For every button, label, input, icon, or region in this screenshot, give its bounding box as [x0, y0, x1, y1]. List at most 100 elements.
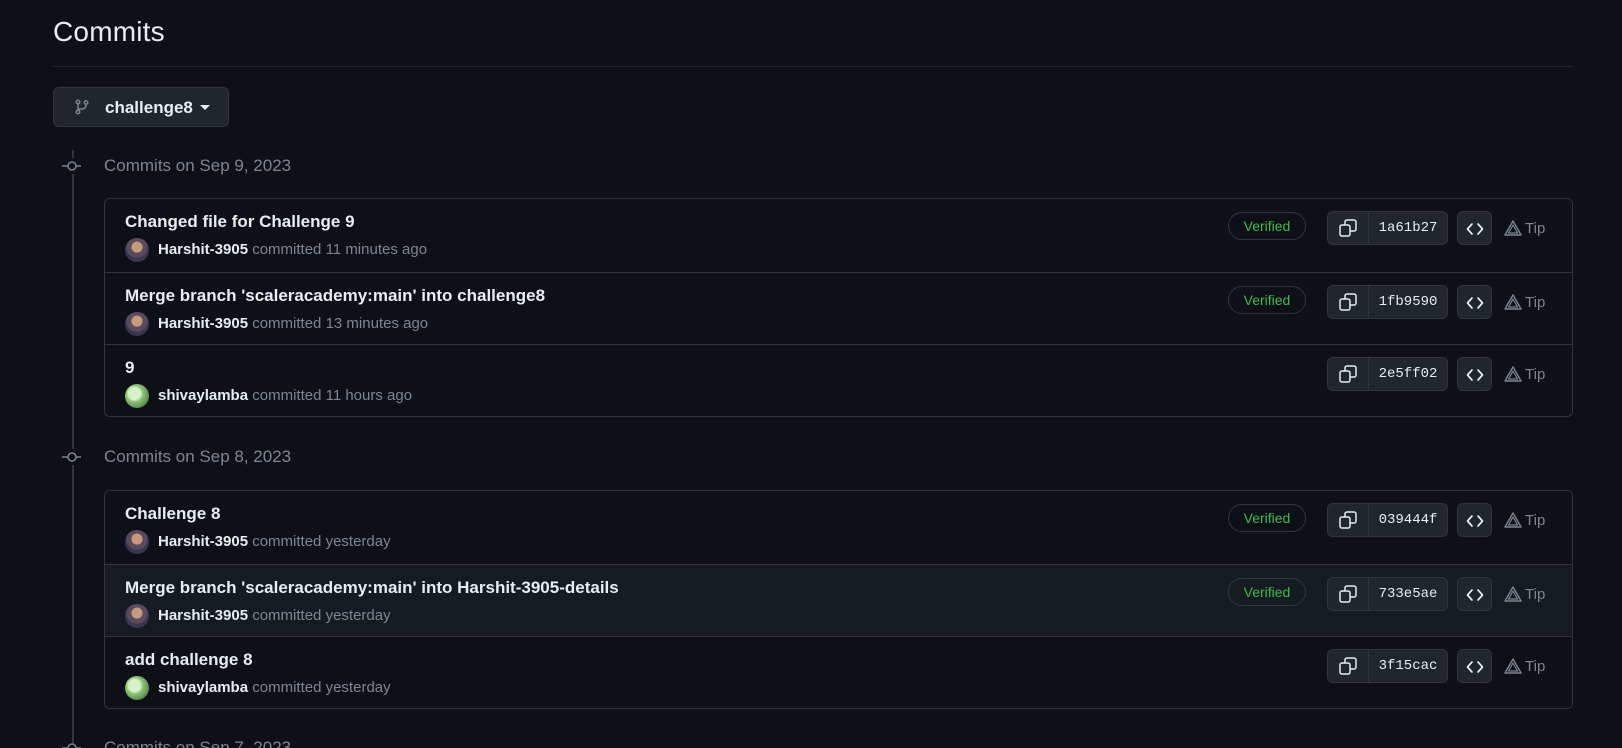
- tip-label: Tip: [1525, 365, 1546, 383]
- copy-sha-button[interactable]: [1328, 650, 1369, 682]
- commit-author-link[interactable]: Harshit-3905: [158, 607, 248, 624]
- tip-indicator[interactable]: Tip: [1504, 364, 1545, 384]
- avatar[interactable]: [125, 238, 149, 262]
- commit-author-link[interactable]: shivaylamba: [158, 387, 248, 404]
- commit-title-link[interactable]: Merge branch 'scaleracademy:main' into c…: [125, 286, 545, 306]
- commit-meta: Harshit-3905 committed yesterday: [158, 607, 391, 624]
- commit-title-link[interactable]: add challenge 8: [125, 650, 253, 670]
- commit-group-date: Commits on Sep 7, 2023: [104, 738, 292, 748]
- commit-group-date: Commits on Sep 8, 2023: [104, 447, 292, 466]
- avatar[interactable]: [125, 604, 149, 628]
- browse-repo-button[interactable]: [1457, 211, 1492, 245]
- tip-indicator[interactable]: Tip: [1504, 656, 1545, 676]
- commit-title-link[interactable]: Challenge 8: [125, 504, 220, 524]
- verified-badge[interactable]: Verified: [1228, 212, 1306, 240]
- copy-sha-button[interactable]: [1328, 212, 1369, 244]
- copy-sha-button[interactable]: [1328, 358, 1369, 390]
- commit-row: Merge branch 'scaleracademy:main' into H…: [105, 564, 1572, 636]
- commit-verb: committed: [252, 241, 322, 258]
- commit-title-link[interactable]: Merge branch 'scaleracademy:main' into H…: [125, 578, 619, 598]
- commit-time: yesterday: [325, 607, 391, 624]
- tip-label: Tip: [1525, 585, 1546, 603]
- copy-icon: [1339, 585, 1357, 603]
- commit-sha-link[interactable]: 2e5ff02: [1369, 358, 1447, 390]
- commit-group-date: Commits on Sep 9, 2023: [104, 156, 292, 175]
- commit-sha-link[interactable]: 039444f: [1369, 504, 1447, 536]
- tip-indicator[interactable]: Tip: [1504, 292, 1545, 312]
- commit-sha-link[interactable]: 1a61b27: [1369, 212, 1447, 244]
- triangle-warning-icon: [1504, 512, 1522, 528]
- branch-selector-button[interactable]: challenge8: [53, 87, 229, 127]
- title-divider: [53, 66, 1573, 67]
- avatar[interactable]: [125, 312, 149, 336]
- copy-icon: [1339, 293, 1357, 311]
- copy-icon: [1339, 657, 1357, 675]
- sha-button-group: 3f15cac: [1327, 649, 1448, 683]
- code-icon: [1466, 515, 1484, 527]
- browse-repo-button[interactable]: [1457, 649, 1492, 683]
- commit-author-link[interactable]: Harshit-3905: [158, 315, 248, 332]
- verified-badge[interactable]: Verified: [1228, 286, 1306, 314]
- commit-author-link[interactable]: Harshit-3905: [158, 241, 248, 258]
- browse-repo-button[interactable]: [1457, 285, 1492, 319]
- commit-time: yesterday: [325, 533, 391, 550]
- verified-badge[interactable]: Verified: [1228, 578, 1306, 606]
- avatar[interactable]: [125, 676, 149, 700]
- caret-down-icon: [200, 105, 210, 110]
- code-icon: [1466, 223, 1484, 235]
- code-icon: [1466, 661, 1484, 673]
- tip-label: Tip: [1525, 219, 1546, 237]
- commit-author-link[interactable]: Harshit-3905: [158, 533, 248, 550]
- commit-sha-link[interactable]: 3f15cac: [1369, 650, 1447, 682]
- commit-sha-link[interactable]: 1fb9590: [1369, 286, 1447, 318]
- copy-icon: [1339, 365, 1357, 383]
- copy-icon: [1339, 511, 1357, 529]
- commit-title-link[interactable]: Changed file for Challenge 9: [125, 212, 355, 232]
- commit-time: 11 hours ago: [325, 387, 413, 404]
- commit-verb: committed: [252, 387, 322, 404]
- commit-time: yesterday: [325, 679, 391, 696]
- avatar[interactable]: [125, 530, 149, 554]
- git-commit-icon: [60, 158, 86, 174]
- sha-button-group: 2e5ff02: [1327, 357, 1448, 391]
- commit-verb: committed: [252, 607, 322, 624]
- sha-button-group: 039444f: [1327, 503, 1448, 537]
- triangle-warning-icon: [1504, 220, 1522, 236]
- commit-row: Changed file for Challenge 9 Harshit-390…: [105, 199, 1572, 272]
- tip-indicator[interactable]: Tip: [1504, 510, 1545, 530]
- commit-meta: Harshit-3905 committed yesterday: [158, 533, 391, 550]
- tip-label: Tip: [1525, 657, 1546, 675]
- browse-repo-button[interactable]: [1457, 577, 1492, 611]
- tip-indicator[interactable]: Tip: [1504, 584, 1545, 604]
- code-icon: [1466, 369, 1484, 381]
- copy-sha-button[interactable]: [1328, 504, 1369, 536]
- browse-repo-button[interactable]: [1457, 357, 1492, 391]
- commit-author-link[interactable]: shivaylamba: [158, 679, 248, 696]
- copy-sha-button[interactable]: [1328, 578, 1369, 610]
- triangle-warning-icon: [1504, 366, 1522, 382]
- commit-title-link[interactable]: 9: [125, 358, 134, 378]
- commit-list: Challenge 8 Harshit-3905 committed yeste…: [104, 490, 1573, 709]
- commit-verb: committed: [252, 315, 322, 332]
- verified-badge[interactable]: Verified: [1228, 504, 1306, 532]
- git-commit-icon: [62, 743, 81, 748]
- branch-name: challenge8: [105, 98, 193, 117]
- tip-indicator[interactable]: Tip: [1504, 218, 1545, 238]
- copy-sha-button[interactable]: [1328, 286, 1369, 318]
- commit-list: Changed file for Challenge 9 Harshit-390…: [104, 198, 1573, 417]
- commit-row: Challenge 8 Harshit-3905 committed yeste…: [105, 491, 1572, 564]
- commit-meta: Harshit-3905 committed 11 minutes ago: [158, 241, 427, 258]
- copy-icon: [1339, 219, 1357, 237]
- page-title: Commits: [53, 16, 165, 47]
- code-icon: [1466, 589, 1484, 601]
- commit-sha-link[interactable]: 733e5ae: [1369, 578, 1447, 610]
- browse-repo-button[interactable]: [1457, 503, 1492, 537]
- commit-time: 13 minutes ago: [325, 315, 429, 332]
- commit-row: Merge branch 'scaleracademy:main' into c…: [105, 272, 1572, 344]
- commits-page: Commits challenge8 Commits on Sep 9, 202…: [0, 0, 1622, 748]
- avatar[interactable]: [125, 384, 149, 408]
- sha-button-group: 733e5ae: [1327, 577, 1448, 611]
- commit-meta: shivaylamba committed 11 hours ago: [158, 387, 412, 404]
- commit-row: add challenge 8 shivaylamba committed ye…: [105, 636, 1572, 708]
- commit-verb: committed: [252, 679, 322, 696]
